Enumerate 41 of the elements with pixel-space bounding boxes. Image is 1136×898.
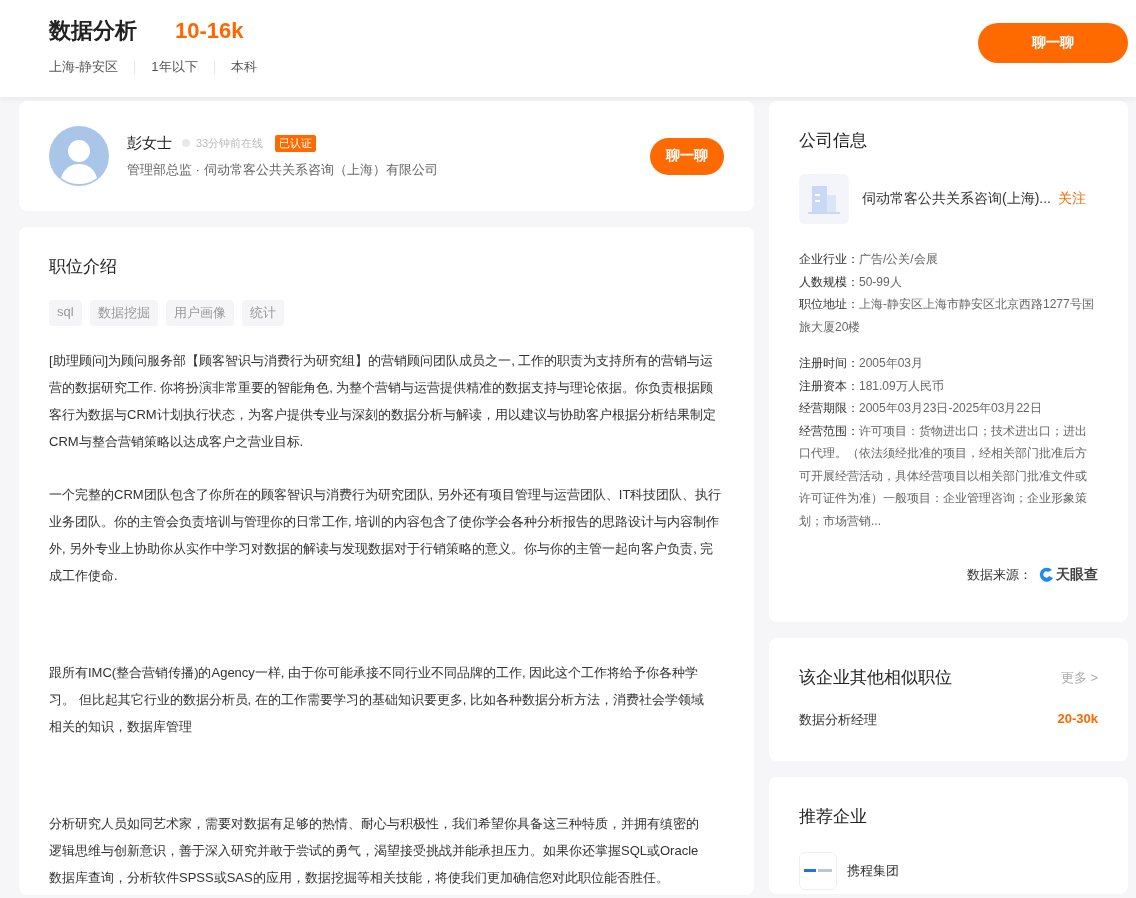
section-title: 该企业其他相似职位 — [799, 667, 952, 689]
follow-link[interactable]: 关注 — [1058, 190, 1086, 208]
section-title: 职位介绍 — [49, 256, 118, 278]
job-requirement: 本科 — [213, 60, 273, 74]
data-source-label: 数据来源： — [967, 566, 1032, 584]
more-link[interactable]: 更多 > — [1060, 668, 1098, 687]
recruiter-name: 彭女士 — [127, 133, 172, 153]
company-detail: 人数规模：50-99人 — [799, 273, 903, 291]
company-detail: 注册时间：2005年03月 — [799, 355, 925, 372]
chat-button[interactable]: 聊一聊 — [650, 137, 724, 175]
chat-button[interactable]: 聊一聊 — [978, 23, 1128, 63]
skill-tag: 统计 — [241, 300, 284, 326]
logo-icon — [804, 869, 832, 873]
company-detail: 注册资本：181.09万人民币 — [799, 377, 945, 395]
job-requirement: 1年以下 — [134, 60, 214, 74]
skill-tag: 用户画像 — [165, 300, 234, 326]
description-paragraph: 一个完整的CRM团队包含了你所在的顾客智识与消费行为研究团队, 另外还有项目管理与运营团队、IT科技团队、执行业务团队。你的主管会负责培训与管理你的日常工作, 培训的内容包含了使你学会各种分析报告的思路设计与内容制作外, 另外专业上协助你从实作中学习对数据的解读与发现数据对于行销策略的意义。你与你的主管一起向客户负责, 完成工作使命. — [49, 486, 723, 585]
job-title: 数据分析 — [49, 17, 137, 45]
salary: 10-16k — [175, 18, 244, 44]
skill-tag: 数据挖掘 — [89, 300, 158, 326]
company-detail: 企业行业：广告/公关/会展 — [799, 251, 939, 268]
company-detail: 经营范围：许可项目：货物进出口；技术进出口；进出口代理。（依法须经批准的项目，经相关部门批准后方可开展经营活动，具体经营项目以相关部门批准文件或许可证件为准）一般项目：企业管理咨询；企业形象策划；市场营销... — [799, 422, 1088, 530]
job-requirement: 上海-静安区 — [49, 60, 120, 74]
verified-badge: 已认证 — [275, 134, 317, 152]
company-detail: 职位地址：上海-静安区上海市静安区北京西路1277号国旅大厦20楼 — [799, 296, 1095, 336]
description-paragraph: [助理顾问]为顾问服务部【顾客智识与消费行为研究组】的营销顾问团队成员之一, 工作的职责为支持所有的营销与运营的数据研究工作. 你将扮演非常重要的智能角色, 为整个营销与运营提供精准的数据支持与理论依据。你负责根据顾客行为数据与CRM计划执行状态，为客户提供专业与深刻的数据分析与解读，用以建议与协助客户根据分析结果制定CRM与整合营销策略以达成客户之营业目标. — [49, 352, 717, 451]
section-title: 公司信息 — [799, 130, 868, 152]
skill-tag: sql — [49, 300, 82, 326]
company-name[interactable]: 携程集团 — [847, 862, 899, 880]
avatar-silhouette-icon — [49, 126, 109, 186]
company-name[interactable]: 伺动常客公共关系咨询(上海)... — [862, 190, 1058, 208]
online-status: 33分钟前在线 — [196, 135, 264, 151]
data-source-brand: 天眼查 — [1056, 566, 1098, 584]
section-title: 推荐企业 — [799, 806, 868, 828]
job-salary: 20-30k — [1057, 711, 1098, 728]
company-detail: 经营期限：2005年03月23日-2025年03月22日 — [799, 400, 1043, 417]
building-icon — [806, 183, 842, 215]
description-paragraph: 跟所有IMC(整合营销传播)的Agency一样, 由于你可能承接不同行业不同品牌的工作, 因此这个工作将给予你各种学习。 但比起其它行业的数据分析员, 在的工作需要学习的基础知识要更多, 比如各种数据分析方法，消费社会学领域相关的知识，数据库管理 — [49, 664, 705, 736]
similar-job-title[interactable]: 数据分析经理 — [799, 711, 877, 729]
recruiter-title: 管理部总监 · 伺动常客公共关系咨询（上海）有限公司 — [127, 160, 439, 179]
description-paragraph: 分析研究人员如同艺术家，需要对数据有足够的热情、耐心与积极性，我们希望你具备这三种特质，并拥有缜密的逻辑思维与创新意识，善于深入研究并敢于尝试的勇气，渴望接受挑战并能承担压力。如果你还掌握SQL或Oracle数据库查询，分析软件SPSS或SAS的应用，数据挖掘等相关技能，将使我们更加确信您对此职位能否胜任。 — [49, 815, 700, 887]
